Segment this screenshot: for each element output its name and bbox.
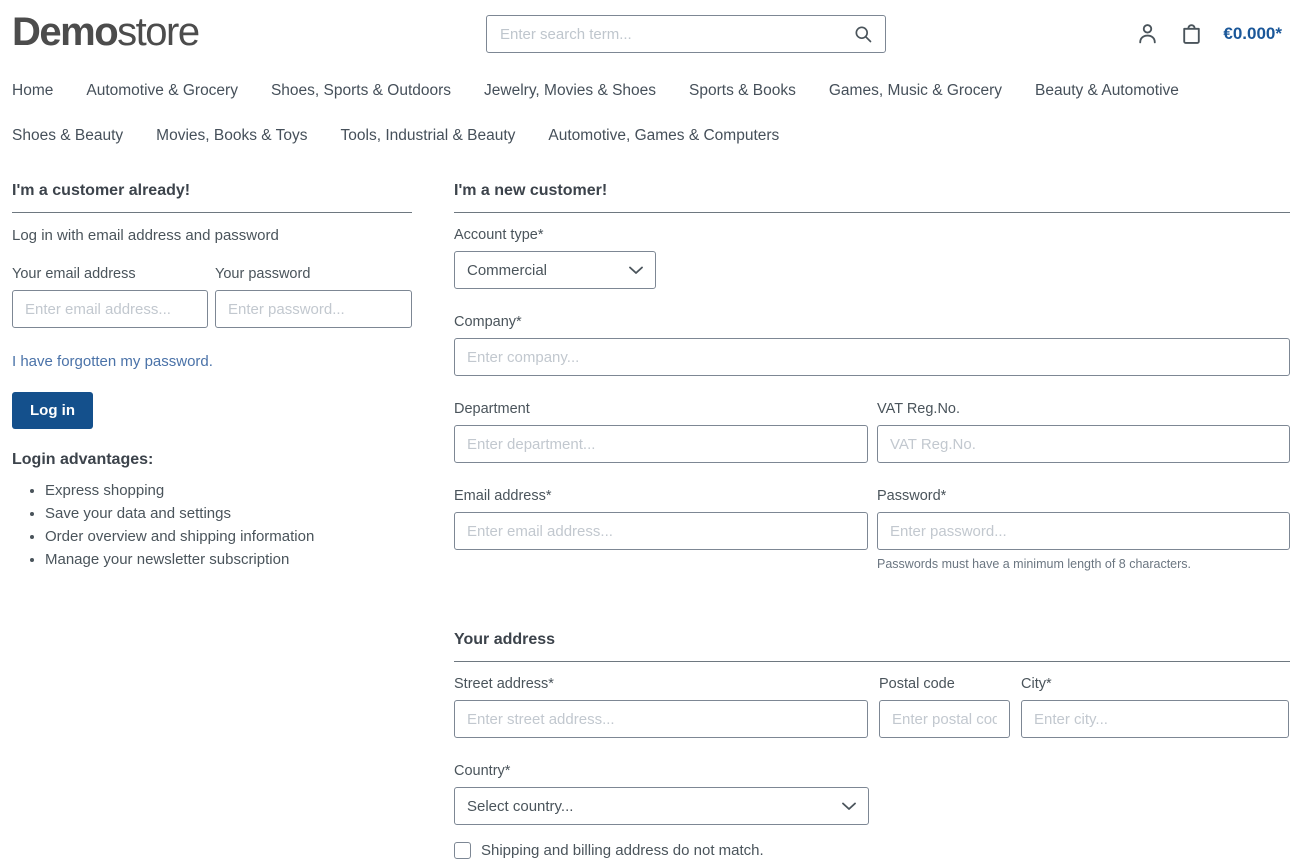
city-input[interactable] — [1021, 700, 1289, 738]
login-button[interactable]: Log in — [12, 392, 93, 429]
register-password-label: Password* — [877, 488, 1290, 504]
main-navigation: Home Automotive & Grocery Shoes, Sports … — [0, 82, 1300, 145]
password-hint: Passwords must have a minimum length of … — [877, 557, 1290, 571]
vat-label: VAT Reg.No. — [877, 401, 1290, 417]
shipping-billing-checkbox[interactable] — [454, 842, 471, 859]
advantage-item: Order overview and shipping information — [45, 528, 412, 545]
store-logo[interactable]: Demostore — [12, 8, 199, 56]
advantage-item: Manage your newsletter subscription — [45, 551, 412, 568]
login-advantages-list: Express shopping Save your data and sett… — [12, 482, 412, 568]
vat-group: VAT Reg.No. — [877, 401, 1290, 463]
nav-item-automotive-games-computers[interactable]: Automotive, Games & Computers — [548, 127, 779, 145]
address-title: Your address — [454, 631, 1290, 662]
nav-item-shoes-beauty[interactable]: Shoes & Beauty — [12, 127, 123, 145]
login-password-input[interactable] — [215, 290, 412, 328]
register-password-group: Password* Passwords must have a minimum … — [877, 488, 1290, 571]
login-panel: I'm a customer already! Log in with emai… — [12, 182, 412, 859]
account-type-label: Account type* — [454, 227, 1290, 243]
nav-item-jewelry-movies-shoes[interactable]: Jewelry, Movies & Shoes — [484, 82, 656, 100]
register-email-input[interactable] — [454, 512, 868, 550]
login-password-group: Your password — [215, 266, 412, 328]
main-content: I'm a customer already! Log in with emai… — [0, 182, 1300, 859]
account-type-select-wrap: Commercial — [454, 251, 656, 289]
nav-item-beauty-automotive[interactable]: Beauty & Automotive — [1035, 82, 1179, 100]
nav-item-sports-books[interactable]: Sports & Books — [689, 82, 796, 100]
login-password-label: Your password — [215, 266, 412, 282]
department-vat-row: Department VAT Reg.No. — [454, 401, 1290, 463]
postal-group: Postal code — [879, 676, 1010, 738]
nav-item-home[interactable]: Home — [12, 82, 53, 100]
street-postal-city-row: Street address* Postal code City* — [454, 676, 1290, 738]
login-email-input[interactable] — [12, 290, 208, 328]
company-group: Company* — [454, 314, 1290, 376]
nav-row-1: Home Automotive & Grocery Shoes, Sports … — [12, 82, 1288, 100]
street-label: Street address* — [454, 676, 868, 692]
cart-bag-icon[interactable] — [1179, 21, 1204, 46]
cart-total[interactable]: €0.000* — [1223, 24, 1282, 44]
header: Demostore €0.000* — [0, 0, 1300, 66]
email-password-row: Email address* Password* Passwords must … — [454, 488, 1290, 571]
register-email-label: Email address* — [454, 488, 868, 504]
search-input[interactable] — [486, 15, 886, 53]
company-input[interactable] — [454, 338, 1290, 376]
country-label: Country* — [454, 763, 1290, 779]
city-label: City* — [1021, 676, 1289, 692]
login-advantages-title: Login advantages: — [12, 451, 412, 469]
city-group: City* — [1021, 676, 1289, 738]
street-input[interactable] — [454, 700, 868, 738]
nav-item-shoes-sports-outdoors[interactable]: Shoes, Sports & Outdoors — [271, 82, 451, 100]
shipping-billing-label[interactable]: Shipping and billing address do not matc… — [481, 842, 764, 859]
vat-input[interactable] — [877, 425, 1290, 463]
department-group: Department — [454, 401, 868, 463]
nav-item-games-music-grocery[interactable]: Games, Music & Grocery — [829, 82, 1002, 100]
logo-text-light: store — [117, 10, 198, 54]
shipping-billing-row: Shipping and billing address do not matc… — [454, 842, 1290, 859]
advantage-item: Save your data and settings — [45, 505, 412, 522]
street-group: Street address* — [454, 676, 868, 738]
login-fields: Your email address Your password — [12, 266, 412, 328]
department-input[interactable] — [454, 425, 868, 463]
header-actions: €0.000* — [1135, 21, 1282, 46]
country-group: Country* Select country... — [454, 763, 1290, 825]
nav-item-tools-industrial-beauty[interactable]: Tools, Industrial & Beauty — [341, 127, 516, 145]
login-subtitle: Log in with email address and password — [12, 227, 412, 244]
country-select[interactable]: Select country... — [454, 787, 869, 825]
login-email-group: Your email address — [12, 266, 208, 328]
search-icon[interactable] — [853, 24, 873, 44]
advantage-item: Express shopping — [45, 482, 412, 499]
login-title: I'm a customer already! — [12, 182, 412, 213]
login-email-label: Your email address — [12, 266, 208, 282]
postal-input[interactable] — [879, 700, 1010, 738]
country-select-wrap: Select country... — [454, 787, 869, 825]
postal-label: Postal code — [879, 676, 1010, 692]
address-section: Your address Street address* Postal code… — [454, 631, 1290, 859]
register-email-group: Email address* — [454, 488, 868, 571]
company-label: Company* — [454, 314, 1290, 330]
nav-item-movies-books-toys[interactable]: Movies, Books & Toys — [156, 127, 307, 145]
register-password-input[interactable] — [877, 512, 1290, 550]
account-icon[interactable] — [1135, 21, 1160, 46]
search-bar — [486, 15, 886, 53]
department-label: Department — [454, 401, 868, 417]
account-type-select[interactable]: Commercial — [454, 251, 656, 289]
register-panel: I'm a new customer! Account type* Commer… — [454, 182, 1290, 859]
register-title: I'm a new customer! — [454, 182, 1290, 213]
nav-row-2: Shoes & Beauty Movies, Books & Toys Tool… — [12, 127, 1288, 145]
forgot-password-link[interactable]: I have forgotten my password. — [12, 353, 213, 370]
nav-item-automotive-grocery[interactable]: Automotive & Grocery — [86, 82, 238, 100]
logo-text-bold: Demo — [12, 10, 117, 54]
